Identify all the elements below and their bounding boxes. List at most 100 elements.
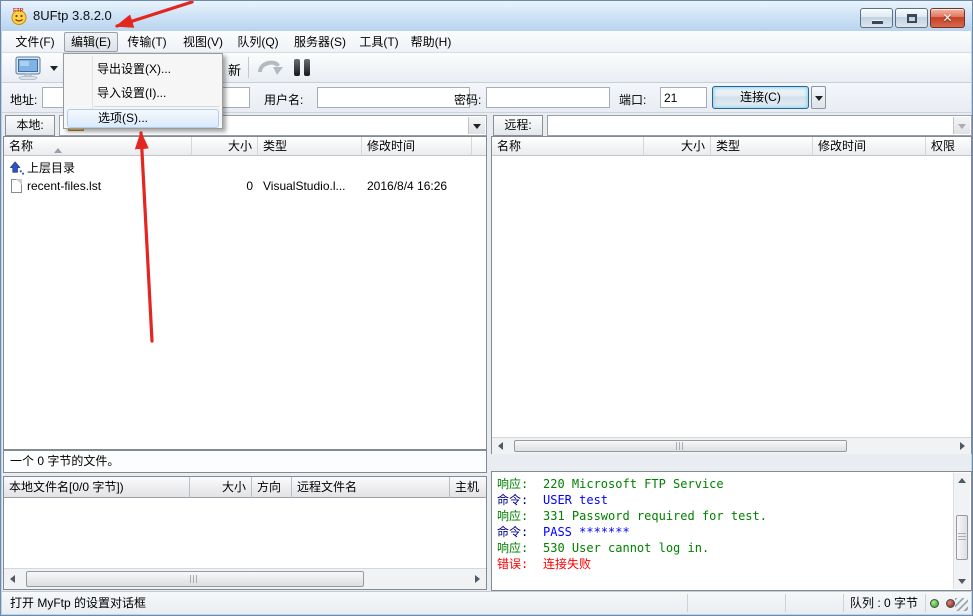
local-column-filler xyxy=(472,137,486,156)
local-column-size[interactable]: 大小 xyxy=(192,137,258,156)
remote-tab[interactable]: 远程: xyxy=(493,115,543,136)
log-line: 响应:331 Password required for test. xyxy=(497,508,767,524)
transfer-queue-panel[interactable]: 本地文件名[0/0 字节]) 大小 方向 远程文件名 主机 xyxy=(3,476,487,590)
pause-button[interactable] xyxy=(292,58,314,78)
app-icon[interactable]: FTP xyxy=(10,7,28,25)
resize-grip[interactable] xyxy=(955,598,968,611)
transfer-button[interactable] xyxy=(256,57,284,79)
remote-column-type[interactable]: 类型 xyxy=(711,137,813,156)
log-line: 命令:PASS ******* xyxy=(497,524,630,540)
remote-column-modified[interactable]: 修改时间 xyxy=(813,137,926,156)
menu-separator xyxy=(94,106,219,107)
queue-column-direction[interactable]: 方向 xyxy=(252,477,292,498)
chevron-down-icon xyxy=(958,124,966,133)
file-row[interactable]: recent-files.lst 0 VisualStudio.l... 201… xyxy=(5,177,485,195)
remote-horizontal-scrollbar[interactable] xyxy=(492,437,971,454)
refresh-button-partial[interactable]: 新 xyxy=(228,60,244,79)
status-pane xyxy=(688,594,786,612)
file-modified: 2016/8/4 16:26 xyxy=(367,177,447,195)
red-status-led xyxy=(946,599,955,608)
username-input[interactable] xyxy=(317,87,470,108)
local-path-dropdown-button[interactable] xyxy=(468,117,485,134)
close-button[interactable]: ✕ xyxy=(930,8,965,28)
scrollbar-thumb[interactable] xyxy=(956,515,968,560)
address-label: 地址: xyxy=(10,91,37,108)
scrollbar-thumb[interactable] xyxy=(514,440,847,452)
transfer-icon xyxy=(256,57,284,79)
menu-edit[interactable]: 编辑(E) xyxy=(64,32,118,52)
log-line: 响应:530 User cannot log in. xyxy=(497,540,709,556)
chevron-down-icon xyxy=(815,96,823,105)
minimize-button[interactable] xyxy=(860,8,893,28)
connect-computer-button[interactable] xyxy=(12,56,60,80)
menu-item-import-settings[interactable]: 导入设置(I)... xyxy=(67,82,219,104)
file-size: 0 xyxy=(193,177,253,195)
scroll-down-button[interactable] xyxy=(954,573,970,589)
app-window: FTP 8UFtp 3.8.2.0 ✕ 文件(F) 编辑(E) 传输(T) 视图… xyxy=(0,0,973,616)
edit-menu-popup: 导出设置(X)... 导入设置(I)... 选项(S)... xyxy=(63,53,223,129)
connect-button[interactable]: 连接(C) xyxy=(712,86,809,109)
remote-column-name[interactable]: 名称 xyxy=(492,137,644,156)
local-column-type[interactable]: 类型 xyxy=(258,137,362,156)
local-column-modified[interactable]: 修改时间 xyxy=(362,137,472,156)
scroll-right-button[interactable] xyxy=(954,439,970,453)
green-status-led xyxy=(930,599,939,608)
queue-column-remote-file[interactable]: 远程文件名 xyxy=(292,477,450,498)
parent-dir-icon xyxy=(9,161,25,175)
remote-column-permissions[interactable]: 权限 xyxy=(926,137,971,156)
log-line: 响应:220 Microsoft FTP Service xyxy=(497,476,724,492)
chevron-down-icon xyxy=(50,66,58,75)
svg-text:FTP: FTP xyxy=(13,8,24,14)
log-vertical-scrollbar[interactable] xyxy=(953,473,970,589)
file-type: VisualStudio.l... xyxy=(263,177,346,195)
scroll-left-button[interactable] xyxy=(5,570,21,588)
remote-column-size[interactable]: 大小 xyxy=(644,137,711,156)
log-panel: 响应:220 Microsoft FTP Service 命令:USER tes… xyxy=(491,471,972,591)
minimize-icon xyxy=(872,21,883,24)
queue-column-host[interactable]: 主机 xyxy=(450,477,486,498)
pause-icon xyxy=(294,59,300,76)
toolbar-separator xyxy=(248,57,249,78)
menu-view[interactable]: 视图(V) xyxy=(178,32,228,52)
file-name: recent-files.lst xyxy=(27,177,101,195)
connect-computer-icon xyxy=(12,56,46,80)
menu-transfer[interactable]: 传输(T) xyxy=(122,32,172,52)
local-status-text: 一个 0 字节的文件。 xyxy=(3,450,487,473)
local-tab[interactable]: 本地: xyxy=(5,115,55,136)
status-pane xyxy=(786,594,844,612)
remote-file-list[interactable]: 名称 大小 类型 修改时间 权限 xyxy=(491,136,972,454)
menu-tools[interactable]: 工具(T) xyxy=(356,32,402,52)
log-line: 命令:USER test xyxy=(497,492,608,508)
queue-size-pane: 队列 : 0 字节 xyxy=(844,594,926,612)
window-title: 8UFtp 3.8.2.0 xyxy=(33,8,112,23)
remote-path-combobox[interactable] xyxy=(547,115,972,136)
scroll-right-button[interactable] xyxy=(469,570,485,588)
scroll-up-button[interactable] xyxy=(954,473,970,489)
menu-item-export-settings[interactable]: 导出设置(X)... xyxy=(67,58,219,80)
close-icon: ✕ xyxy=(931,11,964,25)
scrollbar-thumb[interactable] xyxy=(26,571,364,587)
password-input[interactable] xyxy=(486,87,610,108)
menu-file[interactable]: 文件(F) xyxy=(10,32,60,52)
maximize-icon xyxy=(907,14,917,23)
connect-dropdown-button[interactable] xyxy=(811,86,826,109)
menu-server[interactable]: 服务器(S) xyxy=(288,32,352,52)
remote-path-dropdown-button[interactable] xyxy=(953,117,970,134)
menu-item-options[interactable]: 选项(S)... xyxy=(67,109,219,128)
password-label: 密码: xyxy=(454,91,481,108)
title-bar[interactable]: FTP 8UFtp 3.8.2.0 ✕ xyxy=(1,1,972,31)
local-column-name[interactable]: 名称 xyxy=(4,137,192,156)
pause-icon xyxy=(304,59,310,76)
menu-queue[interactable]: 队列(Q) xyxy=(232,32,284,52)
port-input[interactable] xyxy=(660,87,707,108)
menu-help[interactable]: 帮助(H) xyxy=(406,32,456,52)
scroll-left-button[interactable] xyxy=(493,439,509,453)
local-file-list[interactable]: 名称 大小 类型 修改时间 上层目录 recent-files.lst 0 Vi… xyxy=(3,136,487,450)
sort-ascending-icon xyxy=(54,144,62,153)
queue-horizontal-scrollbar[interactable] xyxy=(4,568,486,589)
maximize-button[interactable] xyxy=(895,8,928,28)
queue-column-size[interactable]: 大小 xyxy=(190,477,252,498)
queue-column-local-file[interactable]: 本地文件名[0/0 字节]) xyxy=(4,477,190,498)
file-row-parent-dir[interactable]: 上层目录 xyxy=(5,159,485,177)
log-line: 错误:连接失败 xyxy=(497,556,591,572)
